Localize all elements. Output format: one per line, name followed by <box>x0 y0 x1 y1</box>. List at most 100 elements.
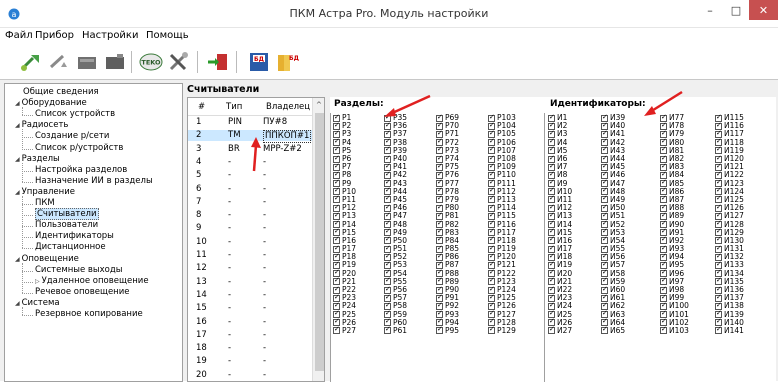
tree-item[interactable]: ◢ Оповещение <box>15 254 79 265</box>
window-title: ПКМ Астра Pro. Модуль настройки <box>289 7 489 20</box>
expand-icon[interactable]: ▷ <box>35 278 40 285</box>
exit-icon[interactable] <box>205 50 231 74</box>
tree-connector <box>22 292 33 294</box>
tree-item[interactable]: Пользователи <box>35 220 98 231</box>
table-row[interactable]: 1 PIN ПУ#8 <box>188 117 312 128</box>
row-number: 5 <box>196 170 202 181</box>
save-db-icon[interactable]: БД <box>246 50 272 74</box>
table-row[interactable]: 9 - - <box>188 223 312 234</box>
open-db-icon[interactable]: БД <box>274 50 300 74</box>
checkmark-icon[interactable] <box>660 325 667 335</box>
tree-item[interactable]: Создание р/сети <box>35 131 109 142</box>
tree-item[interactable]: ▷ Удаленное оповещение <box>35 276 149 287</box>
checkmark-icon[interactable] <box>436 325 443 335</box>
checkmark-icon[interactable] <box>548 325 555 335</box>
tools-icon[interactable] <box>166 50 192 74</box>
collapse-icon[interactable]: ◢ <box>15 300 20 307</box>
owner: - <box>263 223 267 234</box>
collapse-icon[interactable]: ◢ <box>15 100 20 107</box>
menu-settings[interactable]: Настройки <box>82 30 138 41</box>
table-row[interactable]: 16 - - <box>188 317 312 328</box>
teko-icon[interactable]: TEKO <box>138 50 164 74</box>
table-row[interactable]: 8 - - <box>188 210 312 221</box>
close-button[interactable]: ✕ <box>749 0 778 20</box>
tree-item[interactable]: Системные выходы <box>35 265 122 276</box>
tree-connector <box>22 270 33 272</box>
device2-icon[interactable] <box>102 50 128 74</box>
maximize-button[interactable]: □ <box>723 0 749 20</box>
table-row[interactable]: 6 - - <box>188 184 312 195</box>
annotation-arrow-partitions <box>384 94 431 117</box>
tree-item[interactable]: Список устройств <box>35 109 115 120</box>
collapse-icon[interactable]: ◢ <box>15 256 20 263</box>
tree-item[interactable]: ◢ Управление <box>15 187 75 198</box>
menu-file[interactable]: Файл <box>5 30 33 41</box>
row-type: - <box>228 156 232 167</box>
tree-item[interactable]: Общие сведения <box>15 87 99 98</box>
table-row[interactable]: 15 - - <box>188 303 312 314</box>
table-row[interactable]: 14 - - <box>188 290 312 301</box>
owner: ПУ#8 <box>263 117 288 127</box>
tree-item[interactable]: Речевое оповещение <box>35 287 130 298</box>
readers-title: Считыватели <box>187 84 260 95</box>
row-number: 11 <box>196 250 207 260</box>
col-header-num[interactable]: # <box>198 102 205 112</box>
tree-item[interactable]: Список р/устройств <box>35 143 123 154</box>
tree-item[interactable]: ◢ Оборудование <box>15 98 87 109</box>
table-row[interactable]: 12 - - <box>188 263 312 274</box>
minimize-button[interactable]: – <box>697 0 723 20</box>
tree-item[interactable]: Идентификаторы <box>35 231 114 242</box>
checkmark-icon[interactable] <box>715 325 722 335</box>
table-row[interactable]: 18 - - <box>188 343 312 354</box>
tree-item-label: Настройка разделов <box>35 164 128 175</box>
table-row[interactable]: 17 - - <box>188 330 312 341</box>
write-config-icon[interactable] <box>46 50 72 74</box>
table-row[interactable]: 13 - - <box>188 277 312 288</box>
owner: - <box>263 196 267 207</box>
checkbox[interactable]: P95 <box>436 325 460 335</box>
checkbox[interactable]: P27 <box>333 325 357 335</box>
tree-item[interactable]: Назначение ИИ в разделы <box>35 176 153 187</box>
col-header-type[interactable]: Тип <box>226 102 242 112</box>
table-row[interactable]: 10 - - <box>188 237 312 248</box>
checkbox[interactable]: P61 <box>384 325 407 335</box>
scroll-up-icon[interactable]: ^ <box>316 101 322 109</box>
read-config-icon[interactable] <box>18 50 44 74</box>
checkbox-label: P95 <box>445 325 460 335</box>
row-number: 19 <box>196 356 207 367</box>
checkmark-icon[interactable] <box>384 325 391 335</box>
tree-connector <box>22 226 33 228</box>
readers-scrollbar[interactable]: ^ <box>312 98 324 381</box>
checkmark-icon[interactable] <box>601 325 608 335</box>
tree-item[interactable]: Считыватели <box>35 208 99 221</box>
menu-device[interactable]: Прибор <box>35 30 74 41</box>
row-number: 4 <box>196 156 202 167</box>
collapse-icon[interactable]: ◢ <box>15 189 20 196</box>
col-header-owner[interactable]: Владелец <box>266 102 310 112</box>
table-row[interactable]: 20 - - <box>188 370 312 381</box>
menu-help[interactable]: Помощь <box>146 30 189 41</box>
row-type: - <box>228 369 232 380</box>
table-row[interactable]: 19 - - <box>188 356 312 367</box>
checkbox[interactable]: И27 <box>548 325 572 335</box>
checkbox[interactable]: И65 <box>601 325 625 335</box>
device1-icon[interactable] <box>74 50 100 74</box>
tree-item[interactable]: Дистанционное <box>35 242 106 253</box>
checkbox[interactable]: И103 <box>660 325 689 335</box>
collapse-icon[interactable]: ◢ <box>15 156 20 163</box>
tree-item-label: Радиосеть <box>21 120 69 131</box>
collapse-icon[interactable]: ◢ <box>15 122 20 129</box>
tree-item[interactable]: Настройка разделов <box>35 165 127 176</box>
tree-item[interactable]: Резервное копирование <box>35 309 143 320</box>
checkbox[interactable]: И141 <box>715 325 744 335</box>
checkmark-icon[interactable] <box>488 325 495 335</box>
tree-item[interactable]: ◢ Радиосеть <box>15 120 68 131</box>
table-row[interactable]: 11 - - <box>188 250 312 261</box>
table-row[interactable]: 7 - - <box>188 197 312 208</box>
owner: - <box>263 369 267 380</box>
checkbox[interactable]: P129 <box>488 325 516 335</box>
scroll-thumb[interactable] <box>315 113 324 371</box>
checkbox-label: P27 <box>342 325 357 335</box>
checkmark-icon[interactable] <box>333 325 340 335</box>
owner: - <box>263 329 267 340</box>
